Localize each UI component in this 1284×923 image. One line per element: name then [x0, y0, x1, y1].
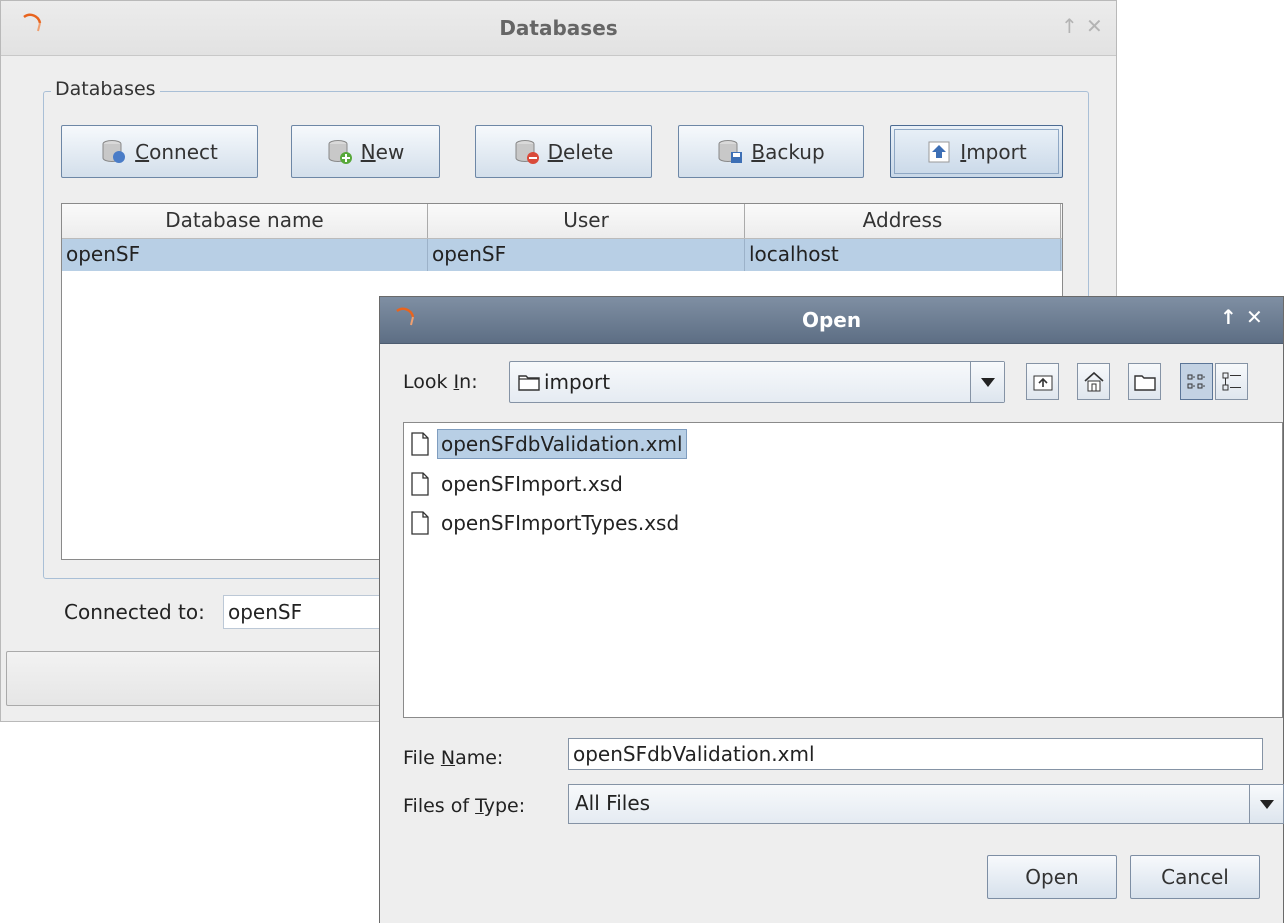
chevron-down-icon[interactable]	[970, 362, 1004, 402]
maximize-icon[interactable]: ↑	[1220, 305, 1237, 329]
home-icon	[1083, 371, 1104, 391]
column-header-address[interactable]: Address	[745, 204, 1061, 238]
new-folder-icon	[1133, 374, 1156, 391]
maximize-icon[interactable]: ↑	[1061, 14, 1078, 38]
new-label: New	[360, 139, 405, 164]
backup-button[interactable]: Backup	[678, 125, 864, 178]
list-view-button[interactable]	[1180, 363, 1213, 400]
databases-window-title: Databases	[499, 16, 618, 40]
file-item[interactable]: openSFdbValidation.xml	[406, 426, 690, 462]
look-in-value: import	[544, 370, 611, 394]
open-button[interactable]: Open	[987, 855, 1117, 899]
database-delete-icon	[515, 139, 539, 164]
cell-user: openSF	[428, 239, 745, 271]
connect-label: Connect	[135, 139, 218, 164]
up-folder-button[interactable]	[1026, 363, 1059, 400]
files-of-type-combo[interactable]: All Files	[568, 784, 1284, 824]
new-folder-button[interactable]	[1128, 363, 1161, 400]
file-icon	[411, 472, 429, 496]
details-view-icon	[1222, 372, 1241, 390]
file-icon	[411, 432, 429, 456]
connected-to-label: Connected to:	[64, 600, 205, 624]
close-icon[interactable]: ✕	[1086, 14, 1103, 38]
list-view-icon	[1187, 374, 1205, 388]
chevron-down-icon[interactable]	[1249, 785, 1283, 823]
open-dialog: Open ↑ ✕ Look In: import openSFdbValidat…	[379, 296, 1284, 923]
database-backup-icon	[718, 139, 743, 163]
file-name: openSFImport.xsd	[441, 472, 623, 496]
file-name-label: File Name:	[403, 747, 504, 769]
cell-database-name: openSF	[62, 239, 428, 271]
file-name: openSFImportTypes.xsd	[441, 511, 680, 535]
close-icon[interactable]: ✕	[1246, 305, 1263, 329]
files-of-type-label: Files of Type:	[403, 795, 526, 817]
database-connect-icon	[102, 139, 126, 163]
cell-address: localhost	[745, 239, 1061, 271]
table-header: Database name User Address	[62, 204, 1062, 239]
file-name: openSFdbValidation.xml	[437, 429, 687, 459]
databases-group-label: Databases	[51, 78, 160, 100]
cancel-button[interactable]: Cancel	[1130, 855, 1260, 899]
import-icon	[928, 141, 950, 162]
databases-titlebar[interactable]: Databases ↑ ✕	[1, 1, 1116, 56]
home-button[interactable]	[1077, 363, 1110, 400]
import-label: Import	[960, 139, 1027, 164]
file-item[interactable]: openSFImportTypes.xsd	[406, 505, 686, 541]
column-header-database-name[interactable]: Database name	[62, 204, 428, 238]
connect-button[interactable]: Connect	[61, 125, 258, 178]
column-header-user[interactable]: User	[428, 204, 745, 238]
folder-icon	[518, 375, 540, 391]
new-button[interactable]: New	[291, 125, 440, 178]
database-new-icon	[328, 139, 352, 164]
open-dialog-titlebar[interactable]: Open ↑ ✕	[380, 297, 1283, 344]
look-in-label: Look In:	[403, 371, 478, 393]
file-item[interactable]: openSFImport.xsd	[406, 466, 630, 502]
look-in-combo[interactable]: import	[509, 361, 1005, 403]
file-name-input[interactable]: openSFdbValidation.xml	[568, 738, 1263, 770]
files-of-type-value: All Files	[575, 791, 651, 815]
delete-button[interactable]: Delete	[475, 125, 652, 178]
table-row[interactable]: openSF openSF localhost	[62, 239, 1062, 271]
delete-label: Delete	[547, 139, 614, 164]
open-dialog-title: Open	[801, 308, 862, 332]
up-folder-icon	[1033, 375, 1052, 390]
file-list[interactable]: openSFdbValidation.xml openSFImport.xsd …	[403, 422, 1283, 718]
details-view-button[interactable]	[1215, 363, 1248, 400]
file-icon	[411, 511, 429, 535]
backup-label: Backup	[751, 139, 825, 164]
import-button[interactable]: Import	[890, 125, 1063, 178]
